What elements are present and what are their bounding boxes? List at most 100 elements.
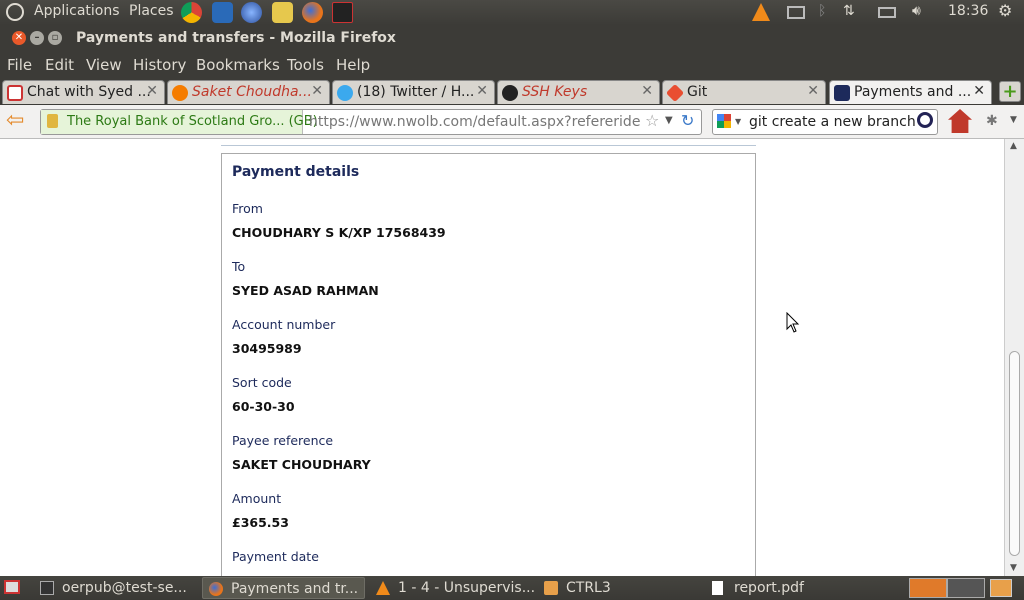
menu-history[interactable]: History	[133, 56, 186, 74]
tab-label: Git	[687, 84, 708, 100]
menu-bookmarks[interactable]: Bookmarks	[196, 56, 280, 74]
clock[interactable]: 18:36	[948, 3, 988, 19]
workspace-switcher[interactable]	[947, 578, 985, 598]
globe-icon[interactable]	[241, 2, 262, 23]
volume-icon[interactable]: 🔊︎	[912, 3, 921, 19]
top-panel: Applications Places ᛒ ⇅ 🔊︎ 18:36 ⚙	[0, 0, 1024, 25]
close-tab-icon[interactable]: ✕	[476, 83, 488, 99]
to-value: SYED ASAD RAHMAN	[232, 283, 379, 298]
url-dropdown-icon[interactable]: ▼	[665, 115, 673, 126]
places-menu[interactable]: Places	[129, 3, 174, 19]
minimize-window-icon[interactable]: –	[30, 31, 44, 45]
tab-label: (18) Twitter / H...	[357, 84, 475, 100]
menu-help[interactable]: Help	[336, 56, 370, 74]
close-window-icon[interactable]: ✕	[12, 31, 26, 45]
close-tab-icon[interactable]: ✕	[311, 83, 323, 99]
terminal-icon	[40, 581, 54, 595]
new-tab-plus-icon[interactable]: +	[999, 81, 1021, 102]
url-bar[interactable]: The Royal Bank of Scotland Gro... (GB) h…	[40, 109, 702, 135]
tab-bar: Chat with Syed ... ✕ Saket Choudha... ✕ …	[0, 78, 1024, 105]
reload-icon[interactable]: ↻	[681, 111, 694, 130]
from-label: From	[232, 201, 263, 216]
taskbar-label: 1 - 4 - Unsupervis...	[398, 580, 536, 596]
show-desktop-icon[interactable]	[4, 580, 20, 594]
search-bar[interactable]: ▼ git create a new branch	[712, 109, 938, 135]
bookmark-b-icon[interactable]	[212, 2, 233, 23]
tab-gmail-chat[interactable]: Chat with Syed ... ✕	[2, 80, 165, 104]
tab-twitter[interactable]: (18) Twitter / H... ✕	[332, 80, 495, 104]
git-icon	[665, 83, 685, 103]
document-icon	[712, 581, 723, 595]
google-icon[interactable]	[717, 114, 731, 128]
network-icon[interactable]: ⇅	[843, 3, 855, 19]
close-tab-icon[interactable]: ✕	[146, 83, 158, 99]
battery-icon[interactable]	[878, 7, 896, 18]
pikachu-icon[interactable]	[272, 2, 293, 23]
folder-icon	[544, 581, 558, 595]
to-label: To	[232, 259, 246, 274]
scroll-up-arrow-icon[interactable]: ▲	[1010, 141, 1017, 151]
divider	[221, 140, 756, 146]
mail-icon[interactable]	[787, 6, 805, 19]
taskbar-item-report-pdf[interactable]: report.pdf	[706, 577, 869, 599]
tab-git[interactable]: Git ✕	[662, 80, 826, 104]
menubar: File Edit View History Bookmarks Tools H…	[0, 52, 1024, 78]
taskbar-item-vlc[interactable]: 1 - 4 - Unsupervis...	[370, 577, 536, 599]
applications-menu[interactable]: Applications	[34, 3, 120, 19]
payee-reference-label: Payee reference	[232, 433, 334, 448]
tab-payments[interactable]: Payments and ... ✕	[829, 80, 992, 104]
close-tab-icon[interactable]: ✕	[973, 83, 985, 99]
padlock-icon	[47, 114, 58, 128]
app-launcher-icon[interactable]	[332, 2, 353, 23]
taskbar-label: CTRL3	[566, 580, 611, 596]
chrome-icon[interactable]	[181, 2, 202, 23]
payment-details-heading: Payment details	[232, 164, 360, 180]
menu-tools[interactable]: Tools	[287, 56, 324, 74]
firefox-icon[interactable]	[302, 2, 323, 23]
site-identity[interactable]: The Royal Bank of Scotland Gro... (GB)	[41, 110, 318, 134]
home-icon[interactable]	[948, 109, 972, 133]
vertical-scrollbar[interactable]: ▲ ▼	[1004, 139, 1024, 576]
firefox-icon	[209, 582, 223, 596]
menu-view[interactable]: View	[86, 56, 122, 74]
taskbar-item-terminal[interactable]: oerpub@test-se...	[34, 577, 196, 599]
back-arrow-icon[interactable]: ⇦	[6, 109, 24, 133]
gmail-icon	[7, 85, 23, 101]
close-tab-icon[interactable]: ✕	[641, 83, 653, 99]
workspace-switcher-active[interactable]	[909, 578, 947, 598]
search-input[interactable]: git create a new branch	[749, 114, 916, 130]
github-icon	[502, 85, 518, 101]
payee-reference-value: SAKET CHOUDHARY	[232, 457, 371, 472]
menu-edit[interactable]: Edit	[45, 56, 74, 74]
blogger-icon	[172, 85, 188, 101]
scrollbar-thumb[interactable]	[1009, 351, 1020, 556]
account-number-value: 30495989	[232, 341, 302, 356]
search-icon[interactable]	[917, 112, 933, 128]
bottom-panel: oerpub@test-se... Payments and tr... 1 -…	[0, 576, 1024, 600]
menu-file[interactable]: File	[7, 56, 32, 74]
vlc-icon[interactable]	[752, 3, 770, 21]
bookmark-star-icon[interactable]: ☆	[645, 111, 659, 130]
extension-icon[interactable]: ✱	[986, 113, 998, 129]
rbs-logo-icon	[834, 85, 850, 101]
taskbar-label: report.pdf	[734, 580, 804, 596]
bluetooth-icon[interactable]: ᛒ	[818, 3, 826, 19]
account-number-label: Account number	[232, 317, 336, 332]
toolbar-overflow-icon[interactable]: ▼	[1010, 115, 1017, 125]
window-titlebar: ✕ – ▫ Payments and transfers - Mozilla F…	[0, 25, 1024, 52]
sort-code-label: Sort code	[232, 375, 292, 390]
power-gear-icon[interactable]: ⚙	[998, 1, 1012, 20]
payment-date-label: Payment date	[232, 549, 319, 564]
taskbar-item-firefox[interactable]: Payments and tr...	[202, 577, 365, 599]
tab-saket-choudhary[interactable]: Saket Choudha... ✕	[167, 80, 330, 104]
scroll-down-arrow-icon[interactable]: ▼	[1010, 563, 1017, 573]
search-engine-dropdown-icon[interactable]: ▼	[735, 117, 741, 126]
close-tab-icon[interactable]: ✕	[807, 83, 819, 99]
tab-ssh-keys[interactable]: SSH Keys ✕	[497, 80, 660, 104]
ubuntu-logo-icon[interactable]	[6, 3, 24, 21]
maximize-window-icon[interactable]: ▫	[48, 31, 62, 45]
tab-label: Chat with Syed ...	[27, 84, 151, 100]
taskbar-item-ctrl3[interactable]: CTRL3	[538, 577, 701, 599]
url-text[interactable]: https://www.nwolb.com/default.aspx?refer…	[309, 114, 641, 130]
trash-icon[interactable]	[990, 579, 1012, 597]
